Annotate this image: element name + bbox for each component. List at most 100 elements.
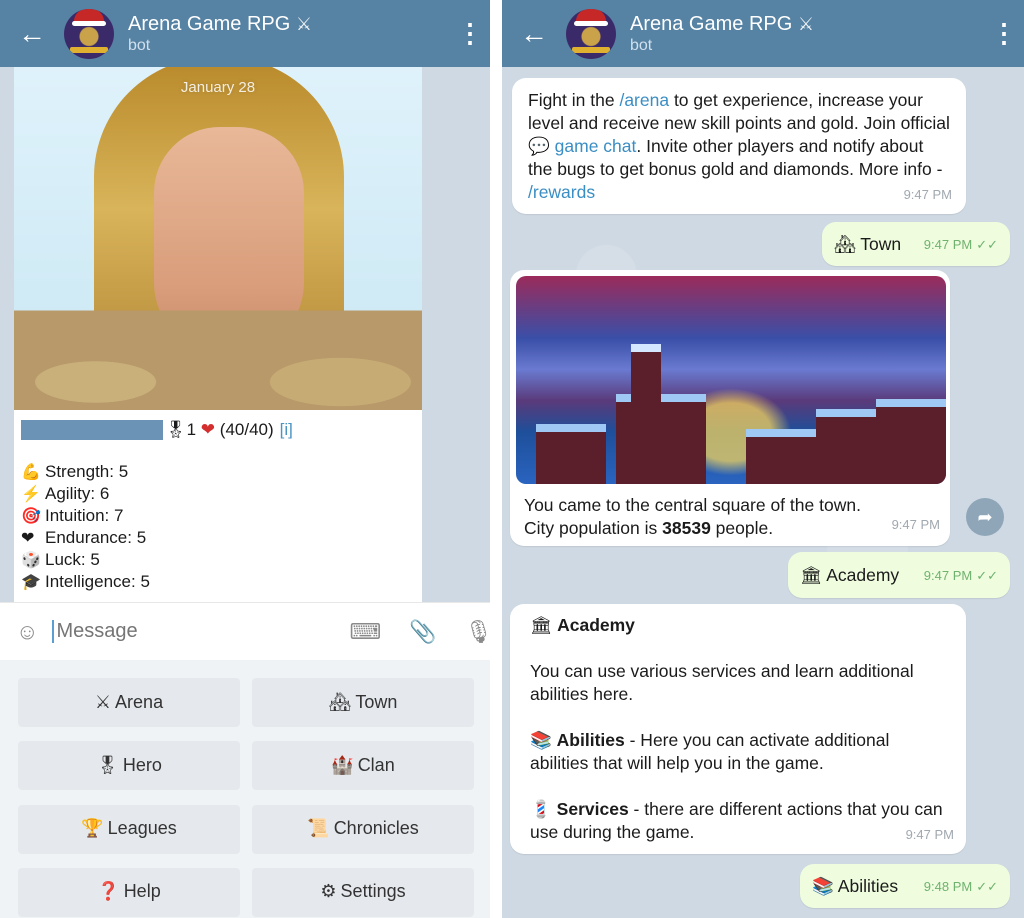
button-emoji-icon: 🏆 [81,818,104,838]
button-label: Leagues [107,818,177,838]
classical-building-icon: 🏛 [800,564,823,585]
user-message-abilities: 📚 Abilities 9:48 PM ✓✓ [800,864,1010,908]
button-label: Hero [122,754,162,775]
read-checks-icon: ✓✓ [976,567,998,583]
rewards-command-link[interactable]: /rewards [528,182,595,202]
attach-icon[interactable]: 📎 [409,619,436,645]
stat-icon: 🎓 [21,574,41,591]
back-arrow-icon[interactable]: ← [502,18,566,50]
button-label: Town [355,691,398,712]
message-time: 9:47 PM [891,517,940,532]
stat-value: 5 [90,550,100,569]
forward-button[interactable]: ➦ [966,498,1004,536]
keyboard-button-leagues[interactable]: 🏆 Leagues [18,804,240,853]
right-screen: ← Arena Game RPG ⚔ bot ⋮ Fight in the /a… [502,0,1024,918]
stat-icon: 💪 [21,464,41,481]
stat-label: Agility: [45,484,96,503]
crossed-swords-icon: ⚔ [295,13,312,34]
button-label: Arena [115,691,164,712]
stat-value: 5 [136,528,147,547]
keyboard-button-settings[interactable]: ⚙ Settings [252,867,474,916]
chat-title: Arena Game RPG ⚔ [128,12,312,35]
houses-icon: 🏘 [834,233,857,254]
stat-icon: 🎯 [21,508,41,525]
speech-bubble-icon: 💬 [528,136,550,156]
hero-name-redacted [21,420,163,440]
message-time: 9:48 PM [923,878,973,894]
bot-message-academy: 🏛 Academy You can use various services a… [510,604,966,854]
winter-town-image[interactable] [516,276,946,484]
books-icon: 📚 [812,875,834,896]
more-menu-icon[interactable]: ⋮ [984,18,1024,49]
message-time: 9:47 PM [903,187,952,202]
message-input[interactable] [52,620,322,643]
stat-label: Intuition: [45,506,110,525]
message-time: 9:47 PM [923,567,973,583]
user-message-town: 🏘 Town 9:47 PM ✓✓ [822,222,1010,266]
keyboard-button-arena[interactable]: ⚔ Arena [18,678,240,726]
info-link[interactable]: [i] [280,420,293,440]
date-chip: January 28 [180,79,256,96]
button-label: Settings [340,881,406,902]
keyboard-button-clan[interactable]: 🏰 Clan [252,741,474,790]
message-time: 9:47 PM [905,827,954,842]
keyboard-icon[interactable]: ⌨ [349,619,381,645]
button-emoji-icon: 🎖 [96,754,119,775]
more-menu-icon[interactable]: ⋮ [450,18,490,49]
heart-icon: ❤ [200,420,216,439]
game-chat-link[interactable]: game chat [555,136,637,156]
stat-icon: ⚡ [21,486,41,503]
arena-command-link[interactable]: /arena [619,90,669,110]
message-caption: You came to the central square of the to… [524,495,861,538]
button-label: Clan [357,754,395,775]
keyboard-button-town[interactable]: 🏘 Town [252,678,474,726]
stat-value: 5 [140,572,150,591]
sticker-icon[interactable]: ☺ [16,619,38,645]
stat-row: 🎯 Intuition: 7 [21,505,293,527]
medal-icon: 🎖 [165,420,187,439]
stat-label: Strength: [45,462,114,481]
academy-intro: You can use various services and learn a… [530,661,914,704]
button-emoji-icon: ⚙ [320,881,337,902]
keyboard-button-help[interactable]: ❓ Help [18,867,240,916]
barber-pole-icon: 💈 [530,799,552,819]
crossed-swords-icon: ⚔ [797,13,814,34]
hero-level: 1 [186,420,197,439]
stat-value: 5 [118,462,129,481]
population-value: 38539 [662,518,711,538]
message-time: 9:47 PM [923,236,973,252]
button-emoji-icon: ⚔ [94,691,112,712]
academy-title: Academy [557,615,635,635]
hero-portrait-image[interactable]: January 28 [14,67,422,410]
microphone-icon[interactable]: 🎙 [465,619,490,645]
stat-value: 7 [114,506,124,525]
chat-subtitle: bot [128,36,151,54]
message-text: Town [860,233,902,254]
bot-avatar[interactable] [64,8,114,59]
button-emoji-icon: 🏰 [331,754,354,775]
button-emoji-icon: ❓ [97,881,120,902]
classical-building-icon: 🏛 [530,615,553,635]
chat-title: Arena Game RPG ⚔ [630,12,814,35]
bot-message-intro: Fight in the /arena to get experience, i… [512,78,966,214]
chat-header: ← Arena Game RPG ⚔ bot ⋮ [502,0,1024,67]
button-label: Chronicles [333,818,419,838]
button-emoji-icon: 📜 [307,818,330,838]
stat-icon: ❤ [21,530,35,547]
bot-avatar[interactable] [566,8,616,59]
chat-subtitle: bot [630,36,653,54]
read-checks-icon: ✓✓ [976,236,998,252]
keyboard-button-hero[interactable]: 🎖 Hero [18,741,240,790]
keyboard-button-chronicles[interactable]: 📜 Chronicles [252,804,474,853]
chat-header: ← Arena Game RPG ⚔ bot ⋮ [0,0,490,67]
left-screen: ← Arena Game RPG ⚔ bot ⋮ January 28 🎖 1 … [0,0,490,918]
stat-row: ⚡ Agility: 6 [21,483,293,505]
stat-label: Endurance: [45,528,132,547]
hero-profile-message: January 28 🎖 1 ❤ (40/40) [i] 💪 Strength: … [14,67,422,602]
bot-reply-keyboard: ⚔ Arena 🏘 Town 🎖 Hero 🏰 Clan 🏆 Leagues 📜 Chronicles… [0,660,490,918]
back-arrow-icon[interactable]: ← [0,18,64,50]
stat-row: 🎲 Luck: 5 [21,549,293,571]
stat-row: ❤ Endurance: 5 [21,527,293,549]
hero-stats-list: 💪 Strength: 5 ⚡ Agility: 6 🎯 Intuition: 7 ❤ End… [21,461,293,593]
stat-row: 💪 Strength: 5 [21,461,293,483]
